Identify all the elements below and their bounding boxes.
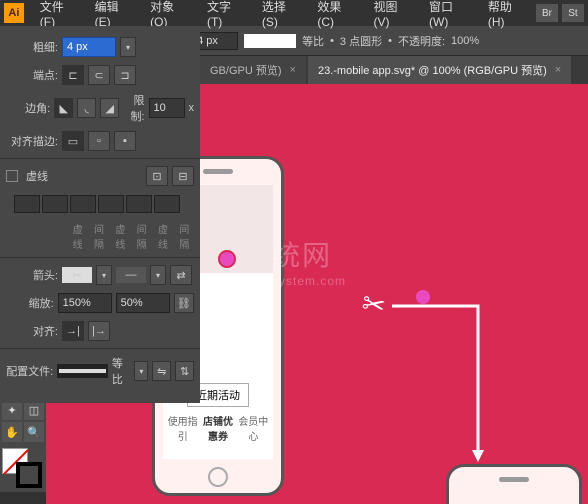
anchor-point[interactable] xyxy=(218,250,236,268)
anchor-point[interactable] xyxy=(414,288,432,306)
dash-input[interactable] xyxy=(70,195,96,213)
tab-label: 23.-mobile app.svg* @ 100% (RGB/GPU 预览) xyxy=(318,62,547,78)
corner-round-icon[interactable]: ◟ xyxy=(77,98,96,118)
menu-type[interactable]: 文字(T) xyxy=(199,0,254,29)
profile-dropdown[interactable]: ▾ xyxy=(134,361,148,381)
menu-view[interactable]: 视图(V) xyxy=(366,0,422,29)
menu-select[interactable]: 选择(S) xyxy=(254,0,310,29)
symbol-icon[interactable]: ✦ xyxy=(2,400,22,420)
phone-speaker xyxy=(203,169,233,174)
tab-doc1[interactable]: GB/GPU 预览) × xyxy=(200,56,306,84)
dash-input[interactable] xyxy=(126,195,152,213)
tab-label: GB/GPU 预览) xyxy=(210,62,282,78)
swap-arrows-icon[interactable]: ⇄ xyxy=(170,265,192,285)
phone-speaker xyxy=(499,477,529,482)
stroke-box[interactable] xyxy=(16,462,42,488)
scale-label: 缩放: xyxy=(6,295,54,311)
align-center-icon[interactable]: ▭ xyxy=(62,131,84,151)
stock-icon[interactable]: St xyxy=(562,4,584,22)
menu-file[interactable]: 文件(F) xyxy=(32,0,87,29)
home-button-shape xyxy=(208,467,228,487)
cap-round-icon[interactable]: ⊂ xyxy=(88,65,110,85)
arrow-start-preview[interactable]: ✂ xyxy=(62,267,92,283)
arrow-align2-icon[interactable]: |→ xyxy=(88,321,110,341)
arrow-end-dropdown[interactable]: ▾ xyxy=(150,265,166,285)
dash-head: 间隔 xyxy=(89,221,108,251)
gap-input[interactable] xyxy=(154,195,180,213)
menu-help[interactable]: 帮助(H) xyxy=(480,0,536,29)
slice-icon[interactable]: ◫ xyxy=(24,400,44,420)
phone-mockup-2[interactable] xyxy=(446,464,582,504)
corner-bevel-icon[interactable]: ◢ xyxy=(100,98,119,118)
brush-label[interactable]: 3 点圆形 xyxy=(340,33,382,49)
dash-head: 间隔 xyxy=(175,221,194,251)
cap-butt-icon[interactable]: ⊏ xyxy=(62,65,84,85)
bridge-icon[interactable]: Br xyxy=(536,4,558,22)
dashed-checkbox[interactable] xyxy=(6,170,18,182)
weight-input[interactable] xyxy=(62,37,116,57)
menu-bar: Ai 文件(F) 编辑(E) 对象(O) 文字(T) 选择(S) 效果(C) 视… xyxy=(0,0,588,26)
menu-object[interactable]: 对象(O) xyxy=(142,0,199,29)
weight-dropdown[interactable]: ▾ xyxy=(120,37,136,57)
hand-icon[interactable]: ✋ xyxy=(2,422,22,442)
align-inside-icon[interactable]: ▫ xyxy=(88,131,110,151)
stroke-preview[interactable] xyxy=(244,34,296,48)
phone-sub-btn: 店铺优惠券 xyxy=(198,413,237,443)
weight-label: 粗细: xyxy=(6,39,58,55)
path-line[interactable] xyxy=(392,306,492,474)
dash-input[interactable] xyxy=(14,195,40,213)
cap-projecting-icon[interactable]: ⊐ xyxy=(114,65,136,85)
stroke-panel: 粗细: ▾ 端点: ⊏ ⊂ ⊐ 边角: ◣ ◟ ◢ 限制: x 对齐描边: ▭ … xyxy=(0,26,200,403)
profile-preview[interactable] xyxy=(57,364,108,378)
tab-doc2[interactable]: 23.-mobile app.svg* @ 100% (RGB/GPU 预览) … xyxy=(308,56,571,84)
link-scale-icon[interactable]: ⛓ xyxy=(174,293,194,313)
limit-x: x xyxy=(189,102,195,114)
menu-effect[interactable]: 效果(C) xyxy=(309,0,365,29)
corner-miter-icon[interactable]: ◣ xyxy=(54,98,73,118)
phone-sub-btn: 会员中心 xyxy=(238,413,269,443)
flip-y-icon[interactable]: ⇅ xyxy=(175,361,194,381)
arrow-align1-icon[interactable]: →| xyxy=(62,321,84,341)
dash-align1-icon[interactable]: ⊡ xyxy=(146,166,168,186)
profile-label: 配置文件: xyxy=(6,363,53,379)
dash-align2-icon[interactable]: ⊟ xyxy=(172,166,194,186)
align2-label: 对齐: xyxy=(6,323,58,339)
gap-input[interactable] xyxy=(42,195,68,213)
flip-x-icon[interactable]: ⇋ xyxy=(152,361,171,381)
opacity-label: 不透明度: xyxy=(398,33,445,49)
corner-label: 边角: xyxy=(6,100,50,116)
menu-window[interactable]: 窗口(W) xyxy=(421,0,480,29)
stroke-weight-input[interactable] xyxy=(194,32,238,50)
dash-head: 虚线 xyxy=(111,221,130,251)
arrow-start-dropdown[interactable]: ▾ xyxy=(96,265,112,285)
arrow-end-preview[interactable]: — xyxy=(116,267,146,283)
align-stroke-label: 对齐描边: xyxy=(6,133,58,149)
scissors-arrowhead[interactable]: ✂ xyxy=(359,286,388,323)
limit-label: 限制: xyxy=(123,92,144,124)
dash-head: 间隔 xyxy=(132,221,151,251)
opacity-value[interactable]: 100% xyxy=(451,35,479,47)
scale-end-input[interactable] xyxy=(116,293,170,313)
fill-stroke-swatch[interactable] xyxy=(2,448,42,488)
cap-label: 端点: xyxy=(6,67,58,83)
dashed-label: 虚线 xyxy=(26,168,48,184)
scale-start-input[interactable] xyxy=(58,293,112,313)
profile-value: 等比 xyxy=(112,355,131,387)
close-icon[interactable]: × xyxy=(290,64,296,76)
align-outside-icon[interactable]: ▪ xyxy=(114,131,136,151)
gap-input[interactable] xyxy=(98,195,124,213)
dash-head: 虚线 xyxy=(68,221,87,251)
phone-sub-btn: 使用指引 xyxy=(167,413,198,443)
zoom-icon[interactable]: 🔍 xyxy=(24,422,44,442)
menu-edit[interactable]: 编辑(E) xyxy=(87,0,143,29)
arrow-label: 箭头: xyxy=(6,267,58,283)
dash-head: 虚线 xyxy=(153,221,172,251)
limit-input[interactable] xyxy=(149,98,185,118)
close-icon[interactable]: × xyxy=(555,64,561,76)
uniform-label[interactable]: 等比 xyxy=(302,33,324,49)
app-logo: Ai xyxy=(4,3,24,23)
